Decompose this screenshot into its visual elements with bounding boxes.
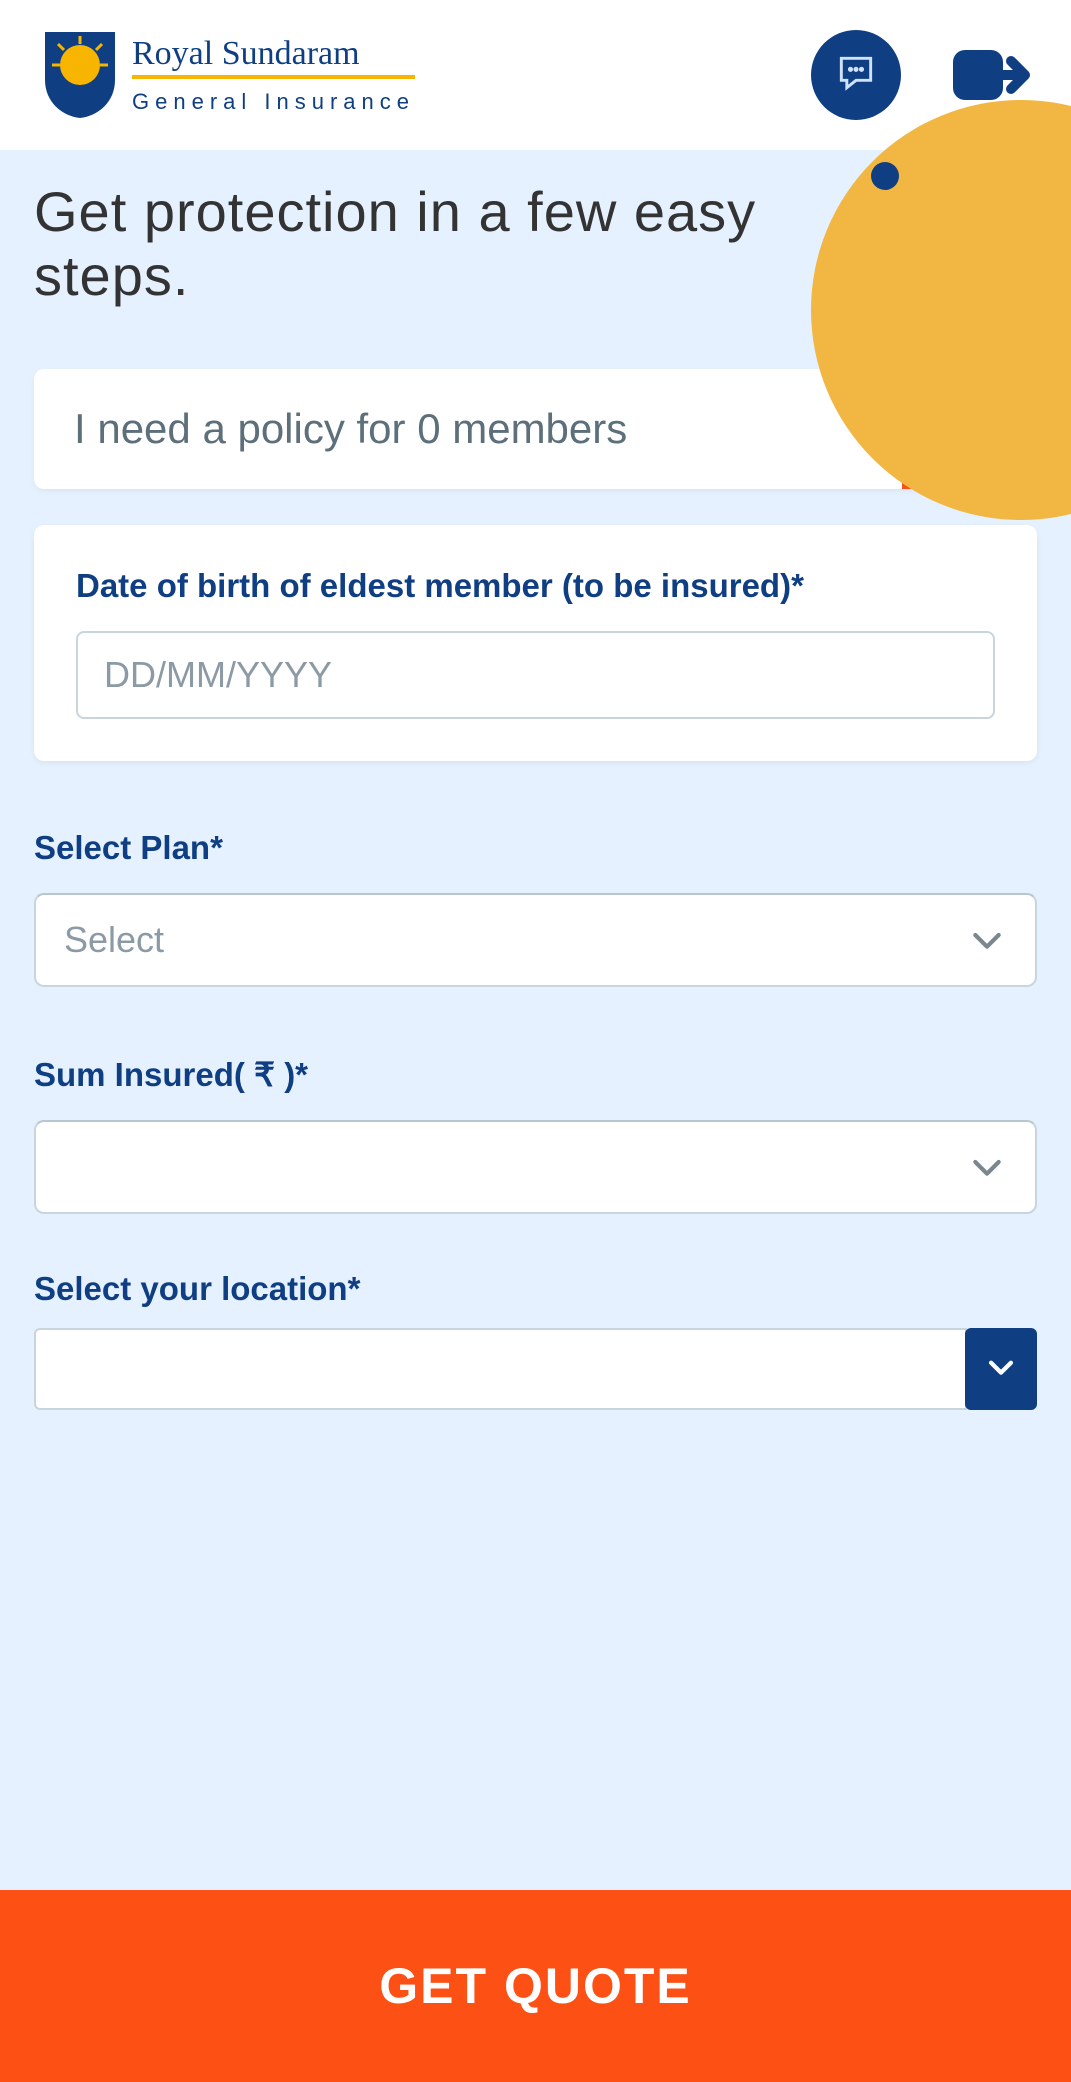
main-content: Get protection in a few easy steps. I ne… bbox=[0, 150, 1071, 1890]
brand-logo[interactable]: Royal Sundaram General Insurance bbox=[40, 30, 415, 120]
dob-card: Date of birth of eldest member (to be in… bbox=[34, 525, 1037, 761]
location-input[interactable] bbox=[34, 1328, 967, 1410]
chat-icon bbox=[834, 51, 878, 100]
shield-sun-icon bbox=[40, 30, 120, 120]
location-label: Select your location* bbox=[34, 1270, 1037, 1308]
members-summary: I need a policy for 0 members bbox=[34, 369, 902, 490]
plan-label: Select Plan* bbox=[34, 829, 1037, 867]
get-quote-label: GET QUOTE bbox=[379, 1957, 691, 2015]
plan-value: Select bbox=[64, 919, 967, 961]
sum-insured-select[interactable] bbox=[34, 1120, 1037, 1214]
plan-select[interactable]: Select bbox=[34, 893, 1037, 987]
chevron-down-icon bbox=[984, 1350, 1018, 1389]
dob-input[interactable] bbox=[76, 631, 995, 719]
brand-subtitle: General Insurance bbox=[132, 89, 415, 115]
app-header: Royal Sundaram General Insurance bbox=[0, 0, 1071, 150]
chevron-down-icon bbox=[967, 920, 1007, 960]
brand-text: Royal Sundaram General Insurance bbox=[132, 35, 415, 115]
location-row bbox=[34, 1328, 1037, 1410]
chat-button[interactable] bbox=[811, 30, 901, 120]
brand-name: Royal Sundaram bbox=[132, 35, 415, 79]
chevron-down-icon bbox=[967, 1147, 1007, 1187]
location-expand-button[interactable] bbox=[965, 1328, 1037, 1410]
sum-insured-field: Sum Insured( ₹ )* bbox=[34, 1055, 1037, 1214]
page-title: Get protection in a few easy steps. bbox=[34, 180, 776, 309]
sum-insured-label: Sum Insured( ₹ )* bbox=[34, 1055, 1037, 1094]
get-quote-button[interactable]: GET QUOTE bbox=[0, 1890, 1071, 2082]
location-field: Select your location* bbox=[34, 1270, 1037, 1410]
dob-label: Date of birth of eldest member (to be in… bbox=[76, 567, 995, 605]
plan-field: Select Plan* Select bbox=[34, 829, 1037, 987]
